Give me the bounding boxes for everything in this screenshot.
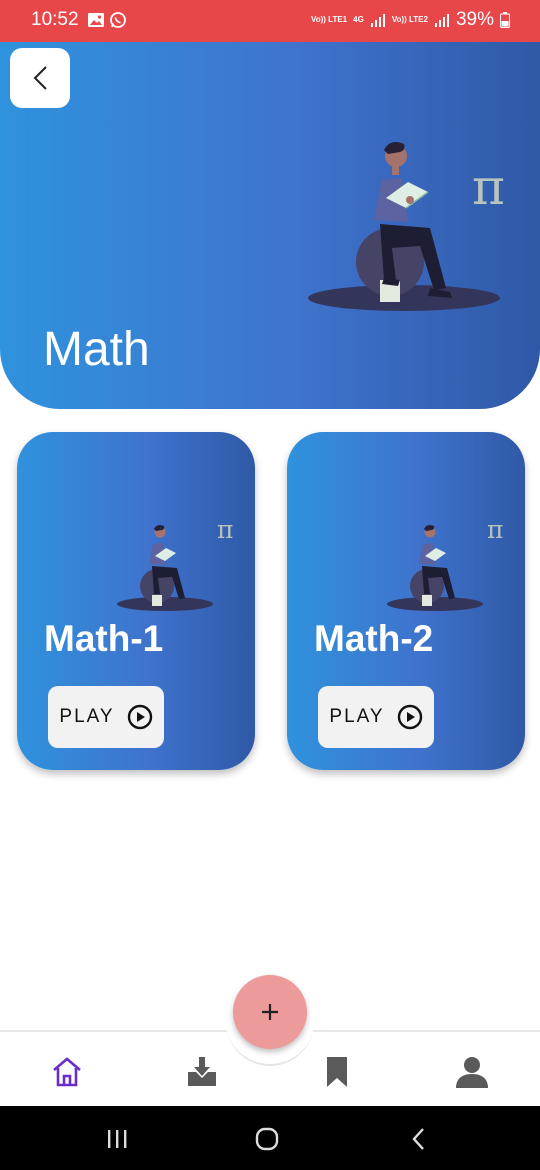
- home-icon: [53, 1057, 81, 1087]
- reading-person-illustration: π: [117, 515, 233, 611]
- pi-symbol: π: [472, 158, 505, 216]
- system-navigation-bar: [0, 1106, 540, 1170]
- signal-2-icon: [434, 14, 449, 27]
- nav-profile[interactable]: [452, 1052, 492, 1092]
- plus-icon: [262, 1004, 278, 1020]
- status-right: Vo)) LTE1 4G Vo)) LTE2 39%: [311, 9, 510, 31]
- play-circle-icon: [127, 704, 152, 730]
- home-button[interactable]: [252, 1124, 282, 1154]
- gallery-icon: [88, 13, 104, 27]
- back-arrow-icon: [412, 1128, 424, 1150]
- profile-icon: [456, 1057, 488, 1088]
- card-title: Math-1: [44, 618, 164, 659]
- chevron-left-icon: [33, 66, 47, 90]
- nav-home[interactable]: [47, 1052, 87, 1092]
- play-label: PLAY: [329, 706, 385, 727]
- network-type: 4G: [353, 15, 364, 24]
- back-button[interactable]: [10, 48, 70, 108]
- hero-header: π Math: [0, 42, 540, 409]
- play-button[interactable]: PLAY: [318, 686, 434, 748]
- sim2-indicator: Vo)) LTE2: [391, 15, 428, 24]
- bookmark-icon: [327, 1057, 347, 1087]
- recents-button[interactable]: [102, 1124, 132, 1154]
- play-button[interactable]: PLAY: [48, 686, 164, 748]
- status-bar: 10:52 Vo)) LTE1 4G Vo)) LTE2 39%: [0, 0, 540, 42]
- course-card-math-2[interactable]: π Math-2 PLAY: [287, 432, 525, 770]
- page-title: Math: [43, 323, 150, 376]
- home-circle-icon: [255, 1127, 279, 1151]
- play-label: PLAY: [59, 706, 115, 727]
- download-tray-icon: [188, 1057, 216, 1086]
- course-card-math-1[interactable]: π Math-1 PLAY: [17, 432, 255, 770]
- pi-symbol: π: [217, 515, 233, 544]
- nav-downloads[interactable]: [182, 1052, 222, 1092]
- sim1-indicator: Vo)) LTE1: [310, 15, 348, 24]
- recents-icon: [108, 1130, 127, 1148]
- play-circle-icon: [397, 704, 422, 730]
- battery-icon: [500, 12, 510, 28]
- battery-percent: 39%: [455, 9, 494, 30]
- back-system-button[interactable]: [404, 1124, 434, 1154]
- signal-1-icon: [370, 14, 385, 27]
- card-title: Math-2: [314, 618, 434, 659]
- pi-symbol: π: [487, 515, 503, 544]
- nav-bookmarks[interactable]: [317, 1052, 357, 1092]
- add-button[interactable]: [233, 975, 307, 1049]
- whatsapp-icon: [110, 12, 126, 28]
- screen: 10:52 Vo)) LTE1 4G Vo)) LTE2 39% π Math …: [0, 0, 540, 1170]
- status-time: 10:52: [31, 9, 79, 30]
- reading-person-illustration: π: [387, 515, 503, 611]
- reading-person-illustration: π: [308, 142, 505, 311]
